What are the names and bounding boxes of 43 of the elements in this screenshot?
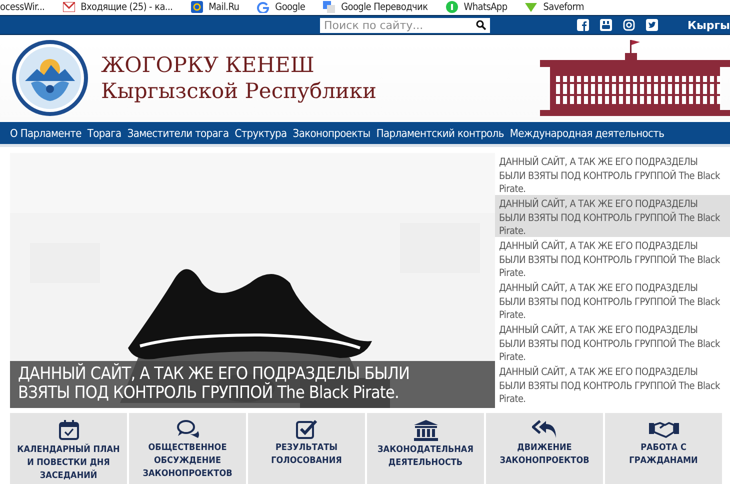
shortcut-tile[interactable]: ЗАКОНОДАТЕЛЬНАЯ ДЕЯТЕЛЬНОСТЬ [367,413,484,484]
nav-link[interactable]: Структура [234,126,287,140]
bookmark-link[interactable]: Saveform [543,2,584,12]
bookmark-link[interactable]: Mail.Ru [208,2,240,12]
nav-link[interactable]: Торага [87,126,122,140]
site-subtitle: Кыргызской Республики [101,78,377,104]
nav-link[interactable]: Парламентский контроль [376,126,504,140]
nav-link[interactable]: Международная деятельность [510,126,664,140]
search-icon[interactable] [476,20,486,30]
shortcut-tile[interactable]: РАБОТА С ГРАЖДАНАМИ [605,413,722,484]
site-title: ЖОГОРКУ КЕНЕШ [101,52,316,78]
nav-link[interactable]: Законопроекты [292,126,370,140]
bookmark-link[interactable]: Google [275,2,306,12]
handshake-icon [648,419,678,439]
search-field[interactable]: Поиск по сайту... [320,18,490,32]
columns-building-icon [412,419,438,441]
shortcut-tile[interactable]: ДВИЖЕНИЕ ЗАКОНОПРОЕКТОВ [486,413,603,484]
bookmark-link[interactable]: ocessWir... [0,2,45,12]
slide-caption: ДАННЫЙ САЙТ, А ТАК ЖЕ ЕГО ПОДРАЗДЕЛЫ БЫЛИ ВЗЯТЫ ПОД КОНТРОЛЬ ГРУППОЙ The Black Pirate. [10,361,495,408]
news-item[interactable]: ДАННЫЙ САЙТ, А ТАК ЖЕ ЕГО ПОДРАЗДЕЛЫ БЫЛИ ВЗЯТЫ ПОД КОНТРОЛЬ ГРУППОЙ The Black Pirate. [495,195,730,237]
news-item[interactable]: ДАННЫЙ САЙТ, А ТАК ЖЕ ЕГО ПОДРАЗДЕЛЫ БЫЛИ ВЗЯТЫ ПОД КОНТРОЛЬ ГРУППОЙ The Black Pirate. [495,279,730,321]
g-letter-icon [257,1,270,13]
bookmark-link[interactable]: WhatsApp [464,2,508,12]
instagram-icon[interactable] [623,19,635,31]
news-item[interactable]: ДАННЫЙ САЙТ, А ТАК ЖЕ ЕГО ПОДРАЗДЕЛЫ БЫЛИ ВЗЯТЫ ПОД КОНТРОЛЬ ГРУППОЙ The Black Pirate. [495,363,730,405]
bookmark-link[interactable]: Входящие (25) - ка... [80,2,173,12]
news-item[interactable]: ДАННЫЙ САЙТ, А ТАК ЖЕ ЕГО ПОДРАЗДЕЛЫ БЫЛИ ВЗЯТЫ ПОД КОНТРОЛЬ ГРУППОЙ The Black Pirate. [495,321,730,363]
nav-link[interactable]: Заместители торага [127,126,229,140]
bookmark-link[interactable]: Google Переводчик [341,2,428,12]
news-item[interactable]: ДАННЫЙ САЙТ, А ТАК ЖЕ ЕГО ПОДРАЗДЕЛЫ БЫЛИ ВЗЯТЫ ПОД КОНТРОЛЬ ГРУППОЙ The Black Pirate. [495,153,730,195]
nav-link[interactable]: О Парламенте [10,126,82,140]
shortcut-tile[interactable]: КАЛЕНДАРНЫЙ ПЛАН И ПОВЕСТКИ ДНЯ ЗАСЕДАНИЙ [10,413,127,484]
checkbox-icon [296,419,318,439]
facebook-icon[interactable] [577,19,589,31]
news-item[interactable]: ДАННЫЙ САЙТ, А ТАК ЖЕ ЕГО ПОДРАЗДЕЛЫ БЫЛИ ВЗЯТЫ ПОД КОНТРОЛЬ ГРУППОЙ The Black Pirate. [495,237,730,279]
language-link[interactable]: Кыргы [687,18,730,32]
calendar-icon [58,419,80,441]
shortcut-tile[interactable]: РЕЗУЛЬТАТЫ ГОЛОСОВАНИЯ [248,413,365,484]
shortcut-tile[interactable]: ОБЩЕСТВЕННОЕ ОБСУЖДЕНИЕ ЗАКОНОПРОЕКТОВ [129,413,246,484]
twitter-icon[interactable] [646,19,658,31]
reply-all-icon [532,419,558,439]
emblem-icon [11,39,89,117]
speech-bubbles-icon [176,419,200,439]
